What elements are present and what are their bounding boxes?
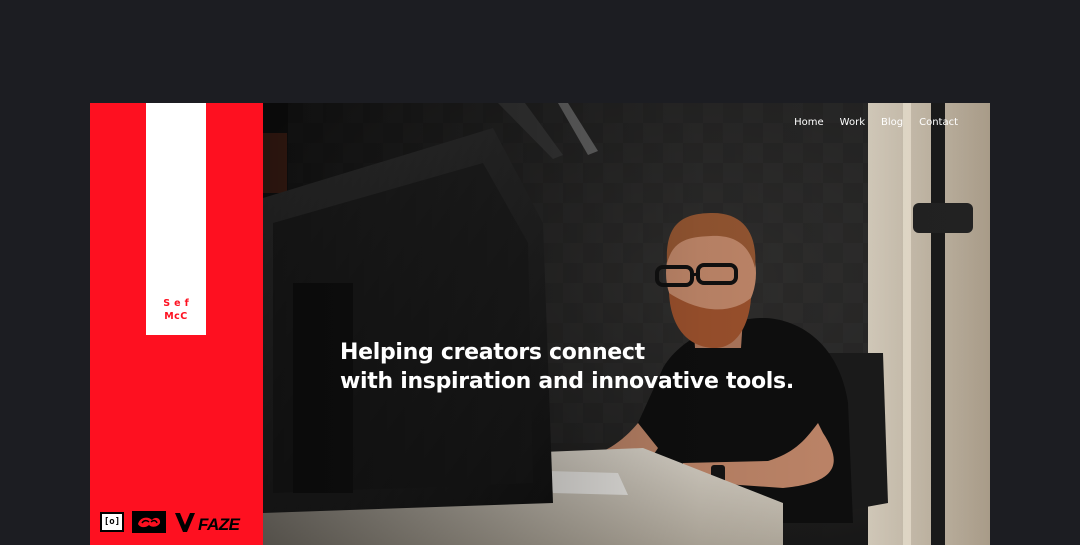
faze-logo-label: FAZE	[198, 515, 240, 534]
hero-headline-line-2: with inspiration and innovative tools.	[340, 369, 794, 394]
main-nav: Home Work Blog Contact	[794, 117, 958, 128]
nav-work[interactable]: Work	[840, 117, 865, 128]
faze-v-icon	[175, 513, 195, 532]
logo-line-2: McC	[164, 311, 188, 322]
hero-photo	[263, 103, 990, 545]
hero-headline: Helping creators connect with inspiratio…	[340, 338, 840, 396]
logo-text: Sef McC	[146, 297, 206, 323]
logo-line-1: Sef	[163, 298, 193, 309]
bracket-logo-label: [o]	[103, 517, 121, 527]
brand-sidebar: Sef McC [o] FAZE	[90, 103, 263, 545]
hero-image: Home Work Blog Contact Helping creators …	[263, 103, 990, 545]
nav-home[interactable]: Home	[794, 117, 824, 128]
faze-logo: FAZE	[174, 511, 240, 534]
ram-logo-icon	[132, 511, 166, 533]
hero-frame: Sef McC [o] FAZE Home Work Blog Contact …	[90, 103, 990, 545]
site-logo[interactable]: Sef McC	[146, 103, 206, 335]
nav-contact[interactable]: Contact	[919, 117, 958, 128]
nav-blog[interactable]: Blog	[881, 117, 903, 128]
hero-headline-line-1: Helping creators connect	[340, 340, 645, 365]
bracket-logo: [o]	[100, 512, 124, 532]
partner-logos: [o] FAZE	[100, 509, 240, 535]
